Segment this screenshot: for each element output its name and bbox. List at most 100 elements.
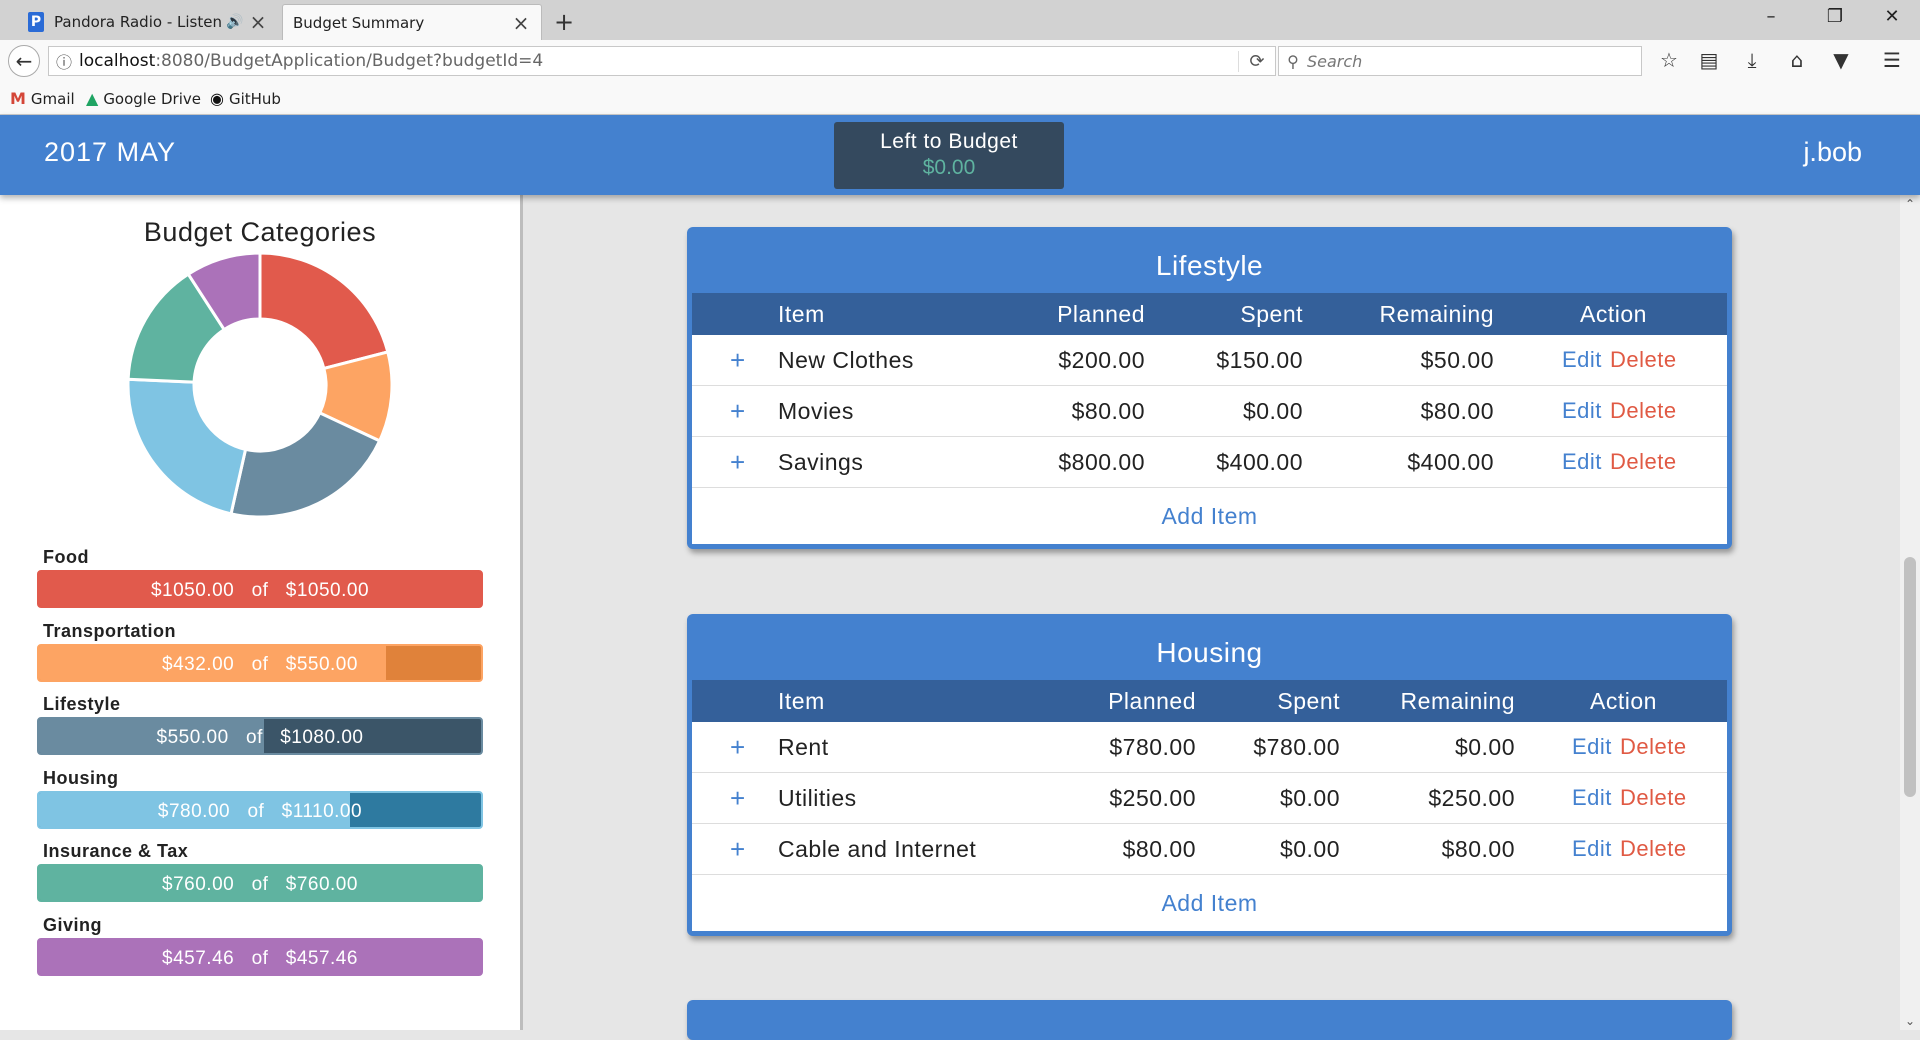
item-name: New Clothes <box>778 347 914 373</box>
browser-navbar: ← ⓘ localhost:8080/BudgetApplication/Bud… <box>0 40 1920 82</box>
delete-link[interactable]: Delete <box>1610 386 1677 436</box>
category-progress[interactable]: Transportation $432.00 of $550.00 <box>37 621 483 682</box>
category-progress[interactable]: Insurance & Tax $760.00 of $760.00 <box>37 841 483 902</box>
download-icon[interactable]: ⤓ <box>1737 48 1767 72</box>
item-spent: $150.00 <box>1216 347 1303 373</box>
item-name: Rent <box>778 734 829 760</box>
delete-link[interactable]: Delete <box>1610 437 1677 487</box>
menu-icon[interactable]: ☰ <box>1877 48 1907 72</box>
scroll-up-icon[interactable]: ⌃ <box>1900 197 1920 211</box>
item-planned: $780.00 <box>1109 734 1196 760</box>
table-header: Item Planned Spent Remaining Action <box>692 680 1727 722</box>
speaker-icon[interactable]: 🔊 <box>226 14 248 30</box>
delete-link[interactable]: Delete <box>1620 773 1687 823</box>
item-name: Utilities <box>778 785 857 811</box>
item-spent: $0.00 <box>1242 398 1303 424</box>
edit-link[interactable]: Edit <box>1572 722 1612 772</box>
bookmark-github[interactable]: ◉ GitHub <box>210 89 281 108</box>
category-bar: $550.00 of $1080.00 <box>37 717 483 755</box>
item-remaining: $400.00 <box>1407 449 1494 475</box>
pocket-icon[interactable]: ▼ <box>1826 48 1856 72</box>
edit-link[interactable]: Edit <box>1562 386 1602 436</box>
scrollbar-thumb[interactable] <box>1904 557 1916 797</box>
expand-row-icon[interactable]: + <box>730 824 746 874</box>
category-planned: $550.00 <box>285 654 358 675</box>
expand-row-icon[interactable]: + <box>730 722 746 772</box>
scroll-down-icon[interactable]: ⌄ <box>1900 1014 1920 1028</box>
category-amount-text: $1050.00 of $1050.00 <box>39 572 481 606</box>
address-bar[interactable]: ⓘ localhost:8080/BudgetApplication/Budge… <box>48 46 1276 76</box>
budget-donut-chart <box>126 251 394 519</box>
item-planned: $200.00 <box>1058 347 1145 373</box>
delete-link[interactable]: Delete <box>1610 335 1677 385</box>
column-header-remaining: Remaining <box>1400 688 1515 714</box>
category-name: Food <box>43 547 89 567</box>
donut-slice-food[interactable] <box>258 251 390 371</box>
category-progress[interactable]: Lifestyle $550.00 of $1080.00 <box>37 694 483 755</box>
close-tab-icon[interactable]: × <box>511 11 531 35</box>
tab-title: Budget Summary <box>293 13 425 32</box>
vertical-scrollbar[interactable]: ⌃ ⌄ <box>1900 195 1920 1030</box>
expand-row-icon[interactable]: + <box>730 437 746 487</box>
url-path: :8080/BudgetApplication/Budget?budgetId=… <box>155 51 544 71</box>
edit-link[interactable]: Edit <box>1572 773 1612 823</box>
back-arrow-icon[interactable]: ← <box>8 45 40 77</box>
table-row: + Rent $780.00 $780.00 $0.00 Edit Delete <box>692 722 1727 773</box>
item-spent: $780.00 <box>1253 734 1340 760</box>
category-progress[interactable]: Giving $457.46 of $457.46 <box>37 915 483 976</box>
reload-icon[interactable]: ⟳ <box>1238 50 1275 72</box>
edit-link[interactable]: Edit <box>1562 335 1602 385</box>
expand-row-icon[interactable]: + <box>730 386 746 436</box>
category-planned: $1110.00 <box>281 801 363 822</box>
category-bar: $457.46 of $457.46 <box>37 938 483 976</box>
budget-period[interactable]: 2017 MAY <box>44 137 176 168</box>
delete-link[interactable]: Delete <box>1620 722 1687 772</box>
star-icon[interactable]: ☆ <box>1654 48 1684 72</box>
search-input[interactable]: ⚲ Search <box>1278 46 1642 76</box>
username[interactable]: j.bob <box>1803 137 1862 168</box>
minimize-icon[interactable]: – <box>1756 6 1786 27</box>
home-icon[interactable]: ⌂ <box>1782 48 1812 72</box>
category-spent: $780.00 <box>157 801 231 822</box>
reading-list-icon[interactable]: ▤ <box>1694 48 1724 72</box>
left-to-budget-box: Left to Budget $0.00 <box>834 122 1064 189</box>
category-of-label: of <box>251 654 269 675</box>
category-progress[interactable]: Food $1050.00 of $1050.00 <box>37 547 483 608</box>
expand-row-icon[interactable]: + <box>730 335 746 385</box>
column-header-action: Action <box>1580 301 1647 327</box>
bookmark-label: GitHub <box>228 89 281 108</box>
item-spent: $400.00 <box>1216 449 1303 475</box>
bookmark-google-drive[interactable]: ▲ Google Drive <box>86 89 201 108</box>
delete-link[interactable]: Delete <box>1620 824 1687 874</box>
close-window-icon[interactable]: ✕ <box>1877 6 1907 27</box>
tab-pandora[interactable]: P Pandora Radio - Listen t 🔊 × <box>18 4 278 40</box>
category-progress[interactable]: Housing $780.00 of $1110.00 <box>37 768 483 829</box>
restore-icon[interactable]: ❐ <box>1820 6 1850 27</box>
new-tab-icon[interactable]: + <box>554 8 574 36</box>
column-header-planned: Planned <box>1057 301 1145 327</box>
category-amount-text: $432.00 of $550.00 <box>39 646 481 680</box>
info-icon[interactable]: ⓘ <box>49 49 79 73</box>
edit-link[interactable]: Edit <box>1572 824 1612 874</box>
add-item-button[interactable]: Add Item <box>692 488 1727 544</box>
tab-budget-summary[interactable]: Budget Summary × <box>282 4 542 40</box>
column-header-spent: Spent <box>1277 688 1340 714</box>
item-planned: $80.00 <box>1071 398 1145 424</box>
bookmark-gmail[interactable]: M Gmail <box>10 89 75 108</box>
column-header-remaining: Remaining <box>1379 301 1494 327</box>
card-title: Lifestyle <box>1155 250 1264 281</box>
table-row: + Cable and Internet $80.00 $0.00 $80.00 Edit… <box>692 824 1727 875</box>
add-item-button[interactable]: Add Item <box>692 875 1727 931</box>
table-row: + Movies $80.00 $0.00 $80.00 Edit Delete <box>692 386 1727 437</box>
donut-slice-housing[interactable] <box>126 377 248 516</box>
close-tab-icon[interactable]: × <box>248 10 268 34</box>
category-of-label: of <box>251 948 269 969</box>
pandora-icon: P <box>28 12 44 32</box>
sidebar-title: Budget Categories <box>143 217 377 247</box>
table-header: Item Planned Spent Remaining Action <box>692 293 1727 335</box>
edit-link[interactable]: Edit <box>1562 437 1602 487</box>
table-row: + Savings $800.00 $400.00 $400.00 Edit Delete <box>692 437 1727 488</box>
tab-title: Pandora Radio - Listen t <box>54 13 226 31</box>
category-planned: $1080.00 <box>280 727 364 748</box>
expand-row-icon[interactable]: + <box>730 773 746 823</box>
